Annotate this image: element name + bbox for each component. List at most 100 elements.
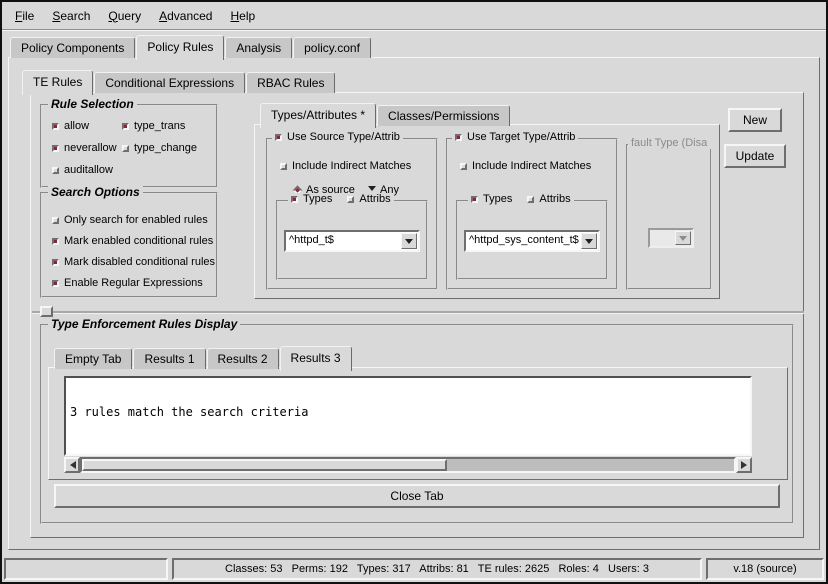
chevron-down-icon xyxy=(405,239,413,248)
checkbox-label: Attribs xyxy=(539,193,570,205)
results-text[interactable]: 3 rules match the search criteria (5822)… xyxy=(64,376,752,456)
checkbox-mark-disabled-conditional[interactable]: Mark disabled conditional rules xyxy=(52,256,215,268)
tab-rbac-rules[interactable]: RBAC Rules xyxy=(246,72,335,93)
arrow-right-icon xyxy=(741,461,751,469)
results-hscrollbar xyxy=(64,457,752,473)
checkbox-auditallow[interactable]: auditallow xyxy=(52,164,113,176)
blank-line xyxy=(70,445,746,456)
checkbox-only-enabled-rules[interactable]: Only search for enabled rules xyxy=(52,214,208,226)
tab-label: Conditional Expressions xyxy=(105,76,234,90)
source-inner-title: Types Attribs xyxy=(288,193,394,206)
tab-label: Types/Attributes * xyxy=(271,108,365,122)
checkbox-enable-regex[interactable]: Enable Regular Expressions xyxy=(52,277,203,289)
tab-results-2[interactable]: Results 2 xyxy=(207,348,279,369)
tab-policy-conf[interactable]: policy.conf xyxy=(293,37,371,58)
checkbox-use-source[interactable]: Use Source Type/Attrib xyxy=(275,131,400,143)
checkbox-target-include-indirect[interactable]: Include Indirect Matches xyxy=(460,160,591,172)
menu-query[interactable]: Query xyxy=(99,6,150,26)
scrollbar-trough[interactable] xyxy=(80,457,736,473)
menu-search[interactable]: Search xyxy=(43,6,99,26)
checkbox-indicator xyxy=(52,259,59,266)
checkbox-indicator xyxy=(291,196,298,203)
checkbox-label: Types xyxy=(483,193,512,205)
target-type-input[interactable]: ^httpd_sys_content_t$ xyxy=(466,232,580,250)
scrollbar-thumb[interactable] xyxy=(82,459,447,471)
target-types-attribs-group: Types Attribs ^httpd_sys_content_t$ xyxy=(456,200,608,280)
tab-label: RBAC Rules xyxy=(257,76,324,90)
target-type-dropdown-button[interactable] xyxy=(581,233,597,249)
button-label: New xyxy=(743,113,767,127)
tab-policy-components[interactable]: Policy Components xyxy=(10,37,135,58)
results-group-title: Type Enforcement Rules Display xyxy=(48,317,240,331)
checkbox-indicator xyxy=(455,134,462,141)
checkbox-target-types[interactable]: Types xyxy=(471,193,512,205)
checkbox-use-target[interactable]: Use Target Type/Attrib xyxy=(455,131,575,143)
source-type-input[interactable]: ^httpd_t$ xyxy=(286,232,400,250)
checkbox-indicator xyxy=(471,196,478,203)
menubar: File Search Query Advanced Help xyxy=(2,2,826,30)
checkbox-label: neverallow xyxy=(64,142,117,154)
source-type-dropdown-button[interactable] xyxy=(401,233,417,249)
checkbox-allow[interactable]: allow xyxy=(52,120,89,132)
checkbox-source-attribs[interactable]: Attribs xyxy=(347,193,390,205)
tab-label: Classes/Permissions xyxy=(388,109,499,123)
new-button[interactable]: New xyxy=(728,108,782,132)
tab-types-attributes[interactable]: Types/Attributes * xyxy=(260,103,376,128)
checkbox-source-include-indirect[interactable]: Include Indirect Matches xyxy=(280,160,411,172)
button-label: Update xyxy=(736,149,775,163)
version-label: v.18 (source) xyxy=(733,563,796,575)
scroll-right-button[interactable] xyxy=(736,457,752,473)
menu-advanced[interactable]: Advanced xyxy=(150,6,221,26)
scroll-left-button[interactable] xyxy=(64,457,80,473)
checkbox-mark-enabled-conditional[interactable]: Mark enabled conditional rules xyxy=(52,235,213,247)
source-type-combobox: ^httpd_t$ xyxy=(284,230,420,252)
checkbox-indicator xyxy=(52,217,59,224)
tab-results-1[interactable]: Results 1 xyxy=(133,348,205,369)
menu-help[interactable]: Help xyxy=(221,6,264,26)
chevron-down-icon xyxy=(679,236,687,245)
default-type-input xyxy=(650,230,674,246)
checkbox-type-trans[interactable]: type_trans xyxy=(122,120,185,132)
tab-label: policy.conf xyxy=(304,41,360,55)
checkbox-indicator xyxy=(275,134,282,141)
tab-analysis[interactable]: Analysis xyxy=(225,37,292,58)
tab-empty[interactable]: Empty Tab xyxy=(54,348,132,369)
checkbox-label: type_change xyxy=(134,142,197,154)
default-type-dropdown-button xyxy=(675,231,691,245)
tab-classes-permissions[interactable]: Classes/Permissions xyxy=(377,105,510,126)
checkbox-source-types[interactable]: Types xyxy=(291,193,332,205)
target-type-group: Use Target Type/Attrib Include Indirect … xyxy=(446,138,618,290)
update-button[interactable]: Update xyxy=(724,144,786,168)
tab-te-rules[interactable]: TE Rules xyxy=(22,70,93,95)
tab-policy-rules[interactable]: Policy Rules xyxy=(136,35,224,60)
apol-window: File Search Query Advanced Help Policy C… xyxy=(0,0,828,584)
rules-tab-bar: TE Rules Conditional Expressions RBAC Ru… xyxy=(22,70,336,93)
checkbox-label: auditallow xyxy=(64,164,113,176)
tab-results-3[interactable]: Results 3 xyxy=(280,346,352,371)
status-segment-stats: Classes: 53 Perms: 192 Types: 317 Attrib… xyxy=(172,558,702,580)
close-tab-button[interactable]: Close Tab xyxy=(54,484,780,508)
checkbox-target-attribs[interactable]: Attribs xyxy=(527,193,570,205)
checkbox-label: Attribs xyxy=(359,193,390,205)
default-type-title: fault Type (Disa xyxy=(628,137,712,149)
checkbox-label: Enable Regular Expressions xyxy=(64,277,203,289)
source-types-attribs-group: Types Attribs ^httpd_t$ xyxy=(276,200,428,280)
checkbox-indicator xyxy=(347,196,354,203)
checkbox-indicator xyxy=(52,238,59,245)
checkbox-indicator xyxy=(280,163,287,170)
checkbox-label: Include Indirect Matches xyxy=(292,160,411,172)
tab-conditional-expressions[interactable]: Conditional Expressions xyxy=(94,72,245,93)
pane-sash-handle[interactable] xyxy=(40,306,53,317)
checkbox-type-change[interactable]: type_change xyxy=(122,142,197,154)
search-options-title: Search Options xyxy=(48,185,143,199)
status-segment-left xyxy=(4,558,168,580)
chevron-down-icon xyxy=(585,239,593,248)
checkbox-label: Types xyxy=(303,193,332,205)
results-group: Type Enforcement Rules Display Empty Tab… xyxy=(40,324,794,524)
tab-label: Policy Components xyxy=(21,41,124,55)
source-group-title: Use Source Type/Attrib xyxy=(272,131,403,144)
menu-file[interactable]: File xyxy=(6,6,43,26)
source-type-group: Use Source Type/Attrib Include Indirect … xyxy=(266,138,438,290)
checkbox-neverallow[interactable]: neverallow xyxy=(52,142,117,154)
tab-label: Empty Tab xyxy=(65,352,121,366)
